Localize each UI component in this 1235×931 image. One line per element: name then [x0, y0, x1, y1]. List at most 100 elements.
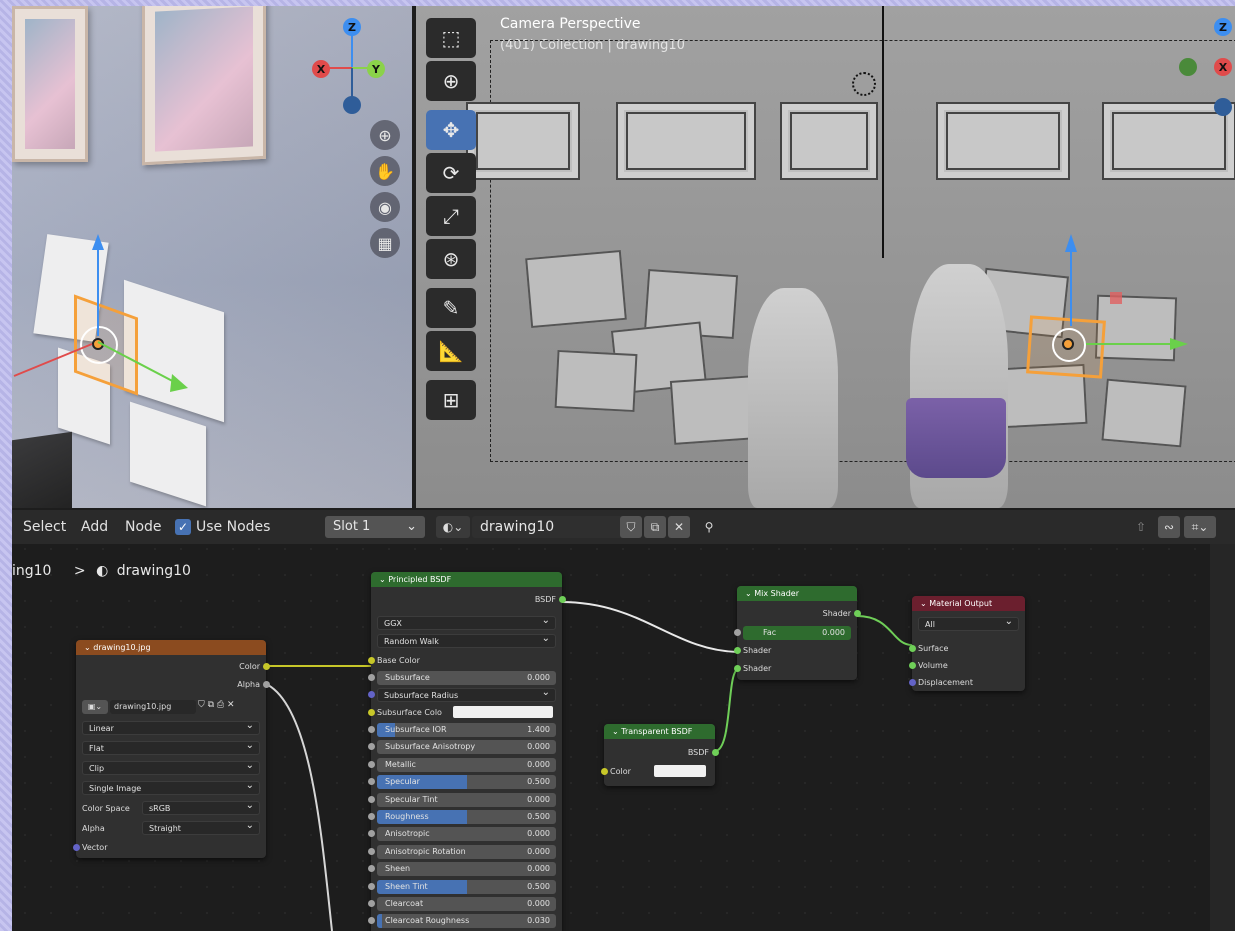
grid-perspective-icon[interactable]: ▦ [370, 228, 400, 258]
subsurface-radius-socket[interactable] [368, 691, 375, 698]
subsurface-color-socket[interactable] [368, 709, 375, 716]
projection-dropdown[interactable]: Flat [82, 739, 260, 755]
z-axis-icon[interactable]: Z [343, 18, 361, 36]
transparent-color-swatch[interactable] [654, 765, 706, 777]
color-space-dropdown[interactable]: sRGB [142, 799, 260, 815]
cursor-tool-icon[interactable]: ⊕ [426, 61, 476, 101]
bsdf-input-socket[interactable] [368, 865, 375, 873]
subsurface-color-swatch[interactable] [453, 706, 553, 718]
bsdf-field-roughness[interactable]: Roughness 0.500 [377, 810, 556, 824]
move-tool-icon[interactable]: ✥ [426, 110, 476, 150]
base-color-socket[interactable] [368, 657, 375, 664]
shader-input-1-socket[interactable] [734, 647, 741, 654]
bsdf-field-specular-tint[interactable]: Specular Tint 0.000 [377, 792, 556, 807]
bsdf-input-socket[interactable] [368, 847, 375, 855]
image-name-field[interactable]: drawing10.jpg [110, 700, 196, 714]
interpolation-dropdown[interactable]: Linear [82, 719, 260, 735]
bsdf-field-clearcoat[interactable]: Clearcoat 0.000 [377, 897, 556, 911]
image-selector[interactable]: ▣⌄ drawing10.jpg ⛉ ⧉ ⎙ ✕ [82, 700, 260, 716]
zoom-icon[interactable]: ⊕ [370, 120, 400, 150]
surface-socket[interactable] [909, 645, 916, 652]
alpha-output-socket[interactable] [263, 681, 270, 688]
purple-skirt [906, 398, 1006, 478]
subsurface-radius-dropdown[interactable]: Subsurface Radius [377, 686, 556, 702]
subsurface-socket[interactable] [368, 674, 375, 681]
light-source-icon[interactable] [852, 72, 876, 96]
mix-shader-node[interactable]: ⌄ Mix Shader Shader Fac 0.000 Shader Shad… [734, 586, 861, 680]
field-value: 0.000 [527, 794, 550, 804]
image-texture-node[interactable]: ⌄ drawing10.jpg Color Alpha ▣⌄ drawing10… [73, 640, 270, 858]
x-axis-icon[interactable]: X [312, 60, 330, 78]
wall-photo-frame-cake [142, 6, 266, 166]
bsdf-field-clearcoat-roughness[interactable]: Clearcoat Roughness 0.030 [377, 914, 556, 929]
transparent-output-socket[interactable] [712, 749, 719, 756]
vector-input-socket[interactable] [73, 844, 80, 851]
bsdf-input-socket[interactable] [368, 917, 375, 925]
neg-z-axis-icon[interactable] [1214, 98, 1232, 116]
output-target-dropdown[interactable]: All [918, 615, 1019, 631]
bsdf-field-anisotropic-rotation[interactable]: Anisotropic Rotation 0.000 [377, 844, 556, 859]
field-label: Metallic [385, 759, 416, 769]
image-browse-icon[interactable]: ▣⌄ [82, 700, 108, 714]
field-label: Subsurface IOR [385, 725, 447, 734]
subsurface-field[interactable]: Subsurface 0.000 [377, 671, 556, 685]
x-axis-icon[interactable]: X [1214, 58, 1232, 76]
bsdf-input-socket[interactable] [368, 726, 375, 733]
camera-view-icon[interactable]: ◉ [370, 192, 400, 222]
bsdf-input-socket[interactable] [368, 882, 375, 890]
scale-tool-icon[interactable]: ⤢ [426, 196, 476, 236]
select-box-tool-icon[interactable]: ⬚ [426, 18, 476, 58]
neg-z-axis-icon[interactable] [343, 96, 361, 114]
y-axis-icon[interactable] [1179, 58, 1197, 76]
move-gizmo-arrows[interactable] [1046, 226, 1235, 356]
transparent-bsdf-node[interactable]: ⌄ Transparent BSDF BSDF Color [601, 724, 719, 786]
source-dropdown[interactable]: Single Image [82, 779, 260, 795]
bsdf-output-socket[interactable] [559, 596, 566, 603]
move-gizmo-arrows[interactable] [12, 226, 232, 406]
image-action-icons[interactable]: ⛉ ⧉ ⎙ ✕ [198, 700, 235, 710]
mix-output-socket[interactable] [854, 610, 861, 617]
output-color-label: Color [239, 662, 260, 671]
material-output-node[interactable]: ⌄ Material Output All Surface Volume Dis… [909, 596, 1025, 691]
field-value: 0.000 [527, 864, 550, 874]
transform-tool-icon[interactable]: ⊛ [426, 239, 476, 279]
bsdf-input-socket[interactable] [368, 830, 375, 838]
add-cube-tool-icon[interactable]: ⊞ [426, 380, 476, 420]
fac-field[interactable]: Fac 0.000 [743, 626, 851, 640]
bsdf-input-socket[interactable] [368, 900, 375, 907]
bsdf-field-anisotropic[interactable]: Anisotropic 0.000 [377, 827, 556, 842]
z-axis-icon[interactable]: Z [1214, 18, 1232, 36]
volume-socket[interactable] [909, 662, 916, 669]
extension-dropdown[interactable]: Clip [82, 759, 260, 775]
displacement-socket[interactable] [909, 679, 916, 686]
bsdf-input-socket[interactable] [368, 743, 375, 751]
measure-tool-icon[interactable]: 📐 [426, 331, 476, 371]
field-label: Specular Tint [385, 794, 438, 804]
bsdf-field-specular[interactable]: Specular 0.500 [377, 775, 556, 790]
distribution-dropdown[interactable]: GGX [377, 614, 556, 630]
bsdf-field-subsurface-anisotropy[interactable]: Subsurface Anisotropy 0.000 [377, 740, 556, 755]
color-output-socket[interactable] [263, 663, 270, 670]
shader-input-2-socket[interactable] [734, 665, 741, 672]
transparent-color-socket[interactable] [601, 768, 608, 775]
fac-socket[interactable] [734, 629, 741, 636]
alpha-mode-dropdown[interactable]: Straight [142, 819, 260, 835]
right-3d-viewport-camera[interactable]: Camera Perspective (401) Collection | dr… [416, 6, 1235, 508]
bsdf-field-sheen[interactable]: Sheen 0.000 [377, 862, 556, 877]
bsdf-field-sheen-tint[interactable]: Sheen Tint 0.500 [377, 879, 556, 894]
principled-bsdf-node[interactable]: ⌄ Principled BSDF BSDF GGX Random Walk B… [368, 572, 566, 931]
annotate-tool-icon[interactable]: ✎ [426, 288, 476, 328]
bsdf-field-subsurface-ior[interactable]: Subsurface IOR 1.400 [377, 723, 556, 737]
y-axis-icon[interactable]: Y [367, 60, 385, 78]
displacement-label: Displacement [918, 678, 973, 687]
bsdf-input-socket[interactable] [368, 795, 375, 803]
subsurface-method-dropdown[interactable]: Random Walk [377, 632, 556, 648]
bsdf-input-socket[interactable] [368, 778, 375, 786]
left-3d-viewport[interactable]: ing10 Z X Y ⊕ ✋ ◉ ▦ [12, 6, 412, 508]
bsdf-field-metallic[interactable]: Metallic 0.000 [377, 757, 556, 772]
rotate-tool-icon[interactable]: ⟳ [426, 153, 476, 193]
pan-hand-icon[interactable]: ✋ [370, 156, 400, 186]
bsdf-input-socket[interactable] [368, 760, 375, 768]
value-fill-bar [377, 914, 383, 929]
bsdf-input-socket[interactable] [368, 813, 375, 820]
